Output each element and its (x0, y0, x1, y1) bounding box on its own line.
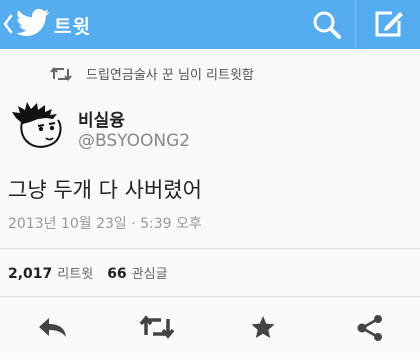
app-header: 트윗 (0, 0, 420, 49)
retweet-count[interactable]: 2,017 (8, 266, 52, 282)
display-name[interactable]: 비실융 (78, 106, 125, 131)
favorite-count-label[interactable]: 관심글 (132, 263, 168, 282)
favorite-count[interactable]: 66 (107, 266, 126, 282)
divider (0, 296, 420, 297)
retweet-count-label[interactable]: 리트윗 (57, 263, 93, 282)
retweet-icon[interactable] (139, 315, 175, 339)
share-icon[interactable] (356, 315, 384, 341)
tweet-stats: 2,017 리트윗 66 관심글 (8, 263, 168, 282)
tweet-action-bar (0, 306, 420, 348)
chevron-left-icon[interactable] (2, 12, 14, 36)
user-handle[interactable]: @BSYOONG2 (78, 131, 190, 151)
header-divider (355, 0, 356, 49)
twitter-bird-icon[interactable] (16, 8, 50, 38)
retweet-icon (50, 66, 72, 81)
user-avatar[interactable] (10, 100, 68, 150)
star-icon[interactable] (250, 315, 276, 339)
retweeted-by-text: 드립연금술사 꾼 님이 리트윗함 (86, 68, 254, 83)
tweet-text: 그냥 두개 다 사버렸어 (8, 178, 202, 202)
retweeted-by-note: 드립연금술사 꾼 님이 리트윗함 (50, 64, 254, 83)
search-icon[interactable] (311, 9, 343, 41)
screen-title: 트윗 (54, 16, 91, 38)
divider (0, 248, 420, 249)
reply-icon[interactable] (36, 315, 68, 339)
tweet-timestamp: 2013년 10월 23일 · 5:39 오후 (8, 216, 202, 232)
compose-icon[interactable] (372, 8, 404, 40)
